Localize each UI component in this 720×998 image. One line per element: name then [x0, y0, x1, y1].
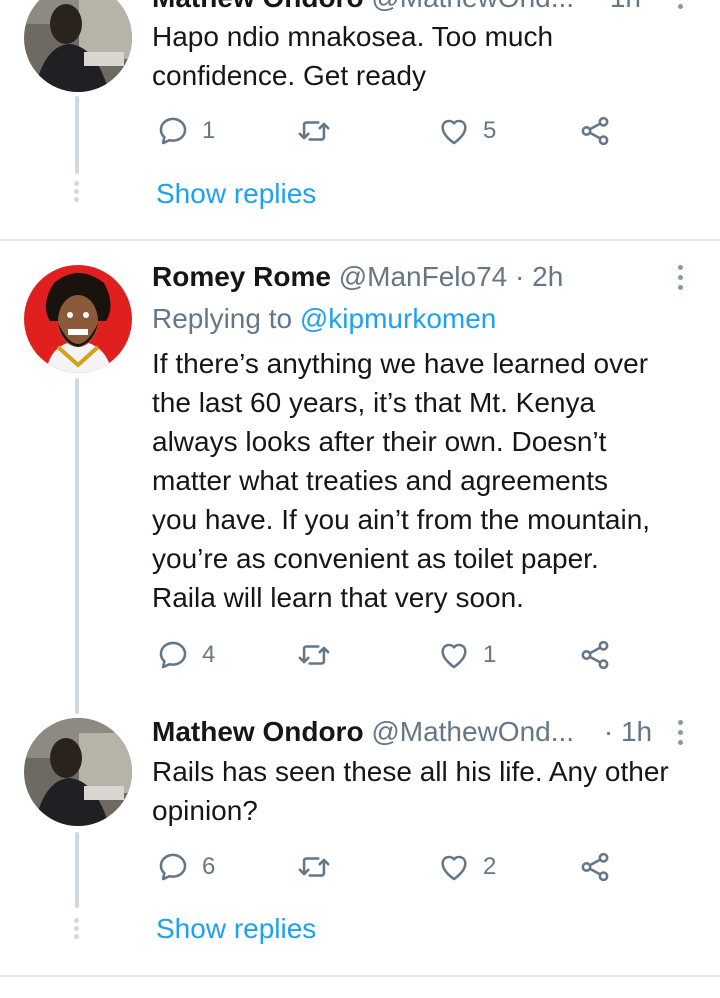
like-button[interactable]: 2 [437, 850, 496, 884]
reply-icon [159, 641, 187, 669]
divider [0, 239, 720, 241]
user-handle[interactable]: @MathewOnd... [371, 0, 574, 13]
reply-button[interactable]: 4 [156, 638, 215, 672]
share-icon [581, 852, 609, 882]
display-name[interactable]: Mathew Ondoro [152, 0, 364, 13]
tweet-time[interactable]: 1h [610, 0, 641, 13]
tweet-header: Romey Rome @ManFelo74 · 2h [152, 260, 563, 294]
replying-to: Replying to @kipmurkomen [152, 302, 496, 336]
thread-dots [74, 918, 80, 942]
share-icon [581, 640, 609, 670]
like-count: 5 [483, 117, 497, 144]
tweet-header: Mathew Ondoro @MathewOnd... · 1h [152, 715, 652, 749]
share-button[interactable] [578, 638, 612, 672]
reply-icon [159, 853, 187, 881]
tweet-text: Hapo ndio mnakosea. Too much confidence.… [152, 21, 554, 91]
avatar[interactable] [24, 718, 132, 826]
like-button[interactable]: 5 [437, 114, 496, 148]
replying-prefix: Replying to [152, 303, 293, 334]
thread-dots [74, 181, 80, 205]
retweet-button[interactable] [297, 638, 343, 672]
avatar[interactable] [24, 265, 132, 373]
like-count: 1 [483, 641, 497, 668]
share-button[interactable] [578, 114, 612, 148]
retweet-icon [298, 121, 330, 141]
more-options-icon[interactable] [675, 265, 685, 295]
show-replies-link[interactable]: Show replies [156, 913, 316, 945]
display-name[interactable]: Mathew Ondoro [152, 716, 364, 747]
more-options-icon[interactable] [675, 0, 685, 14]
mention-link[interactable]: @kipmurkomen [300, 303, 496, 334]
more-options-icon[interactable] [675, 720, 685, 750]
tweet-text: Rails has seen these all his life. Any o… [152, 756, 669, 826]
retweet-button[interactable] [297, 114, 343, 148]
display-name[interactable]: Romey Rome [152, 261, 331, 292]
tweet-text: If there’s anything we have learned over… [152, 348, 651, 613]
divider [0, 975, 720, 977]
like-button[interactable]: 1 [437, 638, 496, 672]
like-count: 2 [483, 853, 497, 880]
heart-icon [441, 643, 467, 669]
reply-button[interactable]: 6 [156, 850, 215, 884]
retweet-icon [298, 857, 330, 877]
share-icon [581, 116, 609, 146]
user-handle[interactable]: @ManFelo74 [339, 261, 508, 292]
retweet-button[interactable] [297, 850, 343, 884]
heart-icon [441, 855, 467, 881]
heart-icon [441, 119, 467, 145]
retweet-icon [298, 645, 330, 665]
reply-count: 1 [202, 117, 216, 144]
tweet-header: Mathew Ondoro @MathewOnd... 1h [152, 0, 641, 15]
thread-line [75, 378, 79, 714]
thread-line [75, 832, 79, 908]
thread-line [75, 96, 79, 174]
avatar[interactable] [24, 0, 132, 92]
tweet-time[interactable]: · 1h [604, 716, 652, 747]
reply-count: 4 [202, 641, 216, 668]
show-replies-link[interactable]: Show replies [156, 178, 316, 210]
reply-icon [159, 117, 187, 145]
tweet-time[interactable]: · 2h [515, 261, 563, 292]
user-handle[interactable]: @MathewOnd... [371, 716, 574, 747]
reply-count: 6 [202, 853, 216, 880]
reply-button[interactable]: 1 [156, 114, 215, 148]
share-button[interactable] [578, 850, 612, 884]
